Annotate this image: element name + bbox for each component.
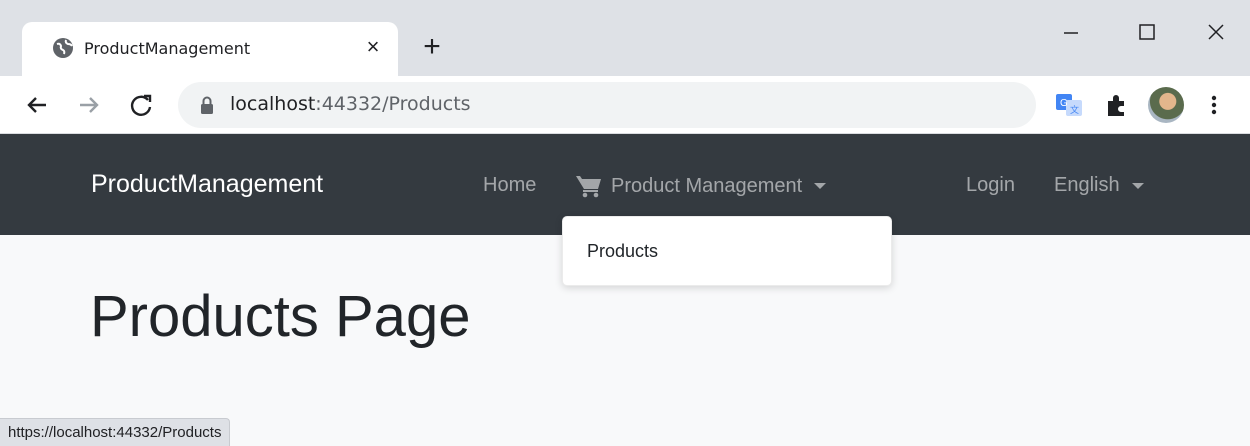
- avatar[interactable]: [1148, 87, 1184, 123]
- maximize-icon[interactable]: [1126, 14, 1166, 50]
- dropdown-item-products[interactable]: Products: [587, 241, 658, 262]
- browser-titlebar: ProductManagement × +: [0, 0, 1250, 76]
- cart-icon: [576, 176, 601, 198]
- nav-product-management-dropdown[interactable]: Product Management: [575, 174, 827, 198]
- translate-icon[interactable]: G 文: [1054, 90, 1084, 120]
- window-close-icon[interactable]: [1196, 14, 1236, 50]
- globe-icon: [53, 38, 73, 58]
- lock-icon[interactable]: [198, 95, 216, 115]
- nav-home-link[interactable]: Home: [483, 174, 536, 197]
- status-bar-url: https://localhost:44332/Products: [0, 418, 231, 446]
- browser-tab[interactable]: ProductManagement ×: [22, 22, 398, 76]
- nav-login-link[interactable]: Login: [966, 174, 1015, 197]
- page-title: Products Page: [90, 284, 471, 349]
- tab-title: ProductManagement: [84, 39, 251, 58]
- nav-language-label: English: [1054, 174, 1120, 196]
- caret-down-icon: [1131, 182, 1144, 189]
- back-arrow-icon[interactable]: [20, 88, 54, 122]
- puzzle-icon[interactable]: [1102, 90, 1132, 120]
- minimize-icon[interactable]: [1050, 14, 1090, 50]
- url-text[interactable]: localhost:44332/Products: [230, 93, 471, 115]
- browser-toolbar: localhost:44332/Products G 文: [0, 76, 1250, 134]
- svg-text:文: 文: [1070, 104, 1079, 115]
- plus-icon[interactable]: +: [416, 32, 448, 64]
- kebab-menu-icon[interactable]: [1204, 90, 1224, 120]
- nav-product-management-label: Product Management: [611, 174, 803, 197]
- address-bar[interactable]: localhost:44332/Products: [178, 82, 1174, 128]
- navbar-brand[interactable]: ProductManagement: [91, 170, 323, 199]
- caret-down-icon: [814, 183, 827, 189]
- close-icon[interactable]: ×: [360, 34, 386, 60]
- forward-arrow-icon[interactable]: [72, 88, 106, 122]
- reload-icon[interactable]: [124, 88, 158, 122]
- svg-text:G: G: [1060, 98, 1068, 109]
- product-management-dropdown-menu: Products: [562, 216, 892, 286]
- nav-language-dropdown[interactable]: English: [1054, 174, 1144, 197]
